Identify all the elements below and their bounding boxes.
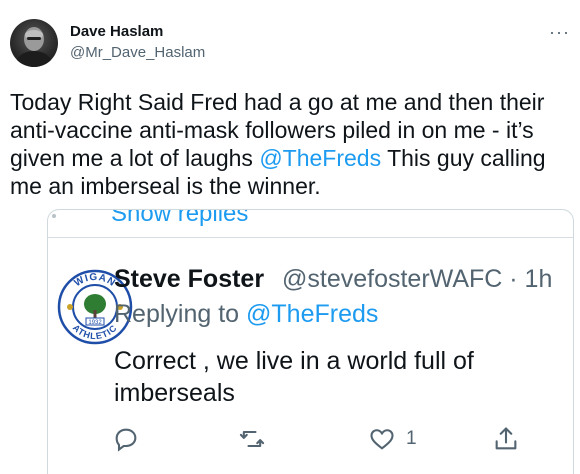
reply-icon bbox=[115, 428, 137, 452]
retweet-button[interactable] bbox=[238, 422, 266, 456]
svg-text:1932: 1932 bbox=[88, 320, 102, 326]
share-button[interactable] bbox=[492, 422, 520, 456]
reply-author-handle[interactable]: @stevefosterWAFC · 1h bbox=[282, 265, 552, 294]
reply-author-name[interactable]: Steve Foster bbox=[114, 265, 264, 294]
replying-to-prefix: Replying to bbox=[114, 300, 247, 328]
author-name[interactable]: Dave Haslam bbox=[70, 23, 163, 40]
tweet-text: Today Right Said Fred had a go at me and… bbox=[10, 88, 575, 200]
action-bar: 1 bbox=[48, 422, 573, 462]
author-handle[interactable]: @Mr_Dave_Haslam bbox=[70, 44, 205, 61]
replying-to-line: Replying to @TheFreds bbox=[114, 300, 378, 329]
retweet-icon bbox=[239, 430, 265, 448]
tweet-screenshot: Dave Haslam @Mr_Dave_Haslam ··· Today Ri… bbox=[0, 0, 580, 474]
replying-to-mention[interactable]: @TheFreds bbox=[246, 300, 378, 328]
mention-link[interactable]: @TheFreds bbox=[259, 145, 381, 171]
like-icon bbox=[370, 429, 394, 450]
avatar[interactable] bbox=[10, 19, 58, 67]
embedded-reply-image: Show replies WIGAN ATHLETIC 1932 Steve F… bbox=[47, 209, 574, 474]
thread-dot bbox=[52, 214, 56, 218]
reply-button[interactable] bbox=[112, 422, 140, 456]
like-count: 1 bbox=[406, 428, 417, 449]
share-icon bbox=[495, 427, 517, 450]
like-button[interactable]: 1 bbox=[368, 422, 417, 456]
divider bbox=[48, 237, 573, 238]
show-replies-link[interactable]: Show replies bbox=[111, 210, 248, 228]
more-options-icon[interactable]: ··· bbox=[549, 22, 570, 43]
reply-text: Correct , we live in a world full of imb… bbox=[114, 347, 474, 407]
